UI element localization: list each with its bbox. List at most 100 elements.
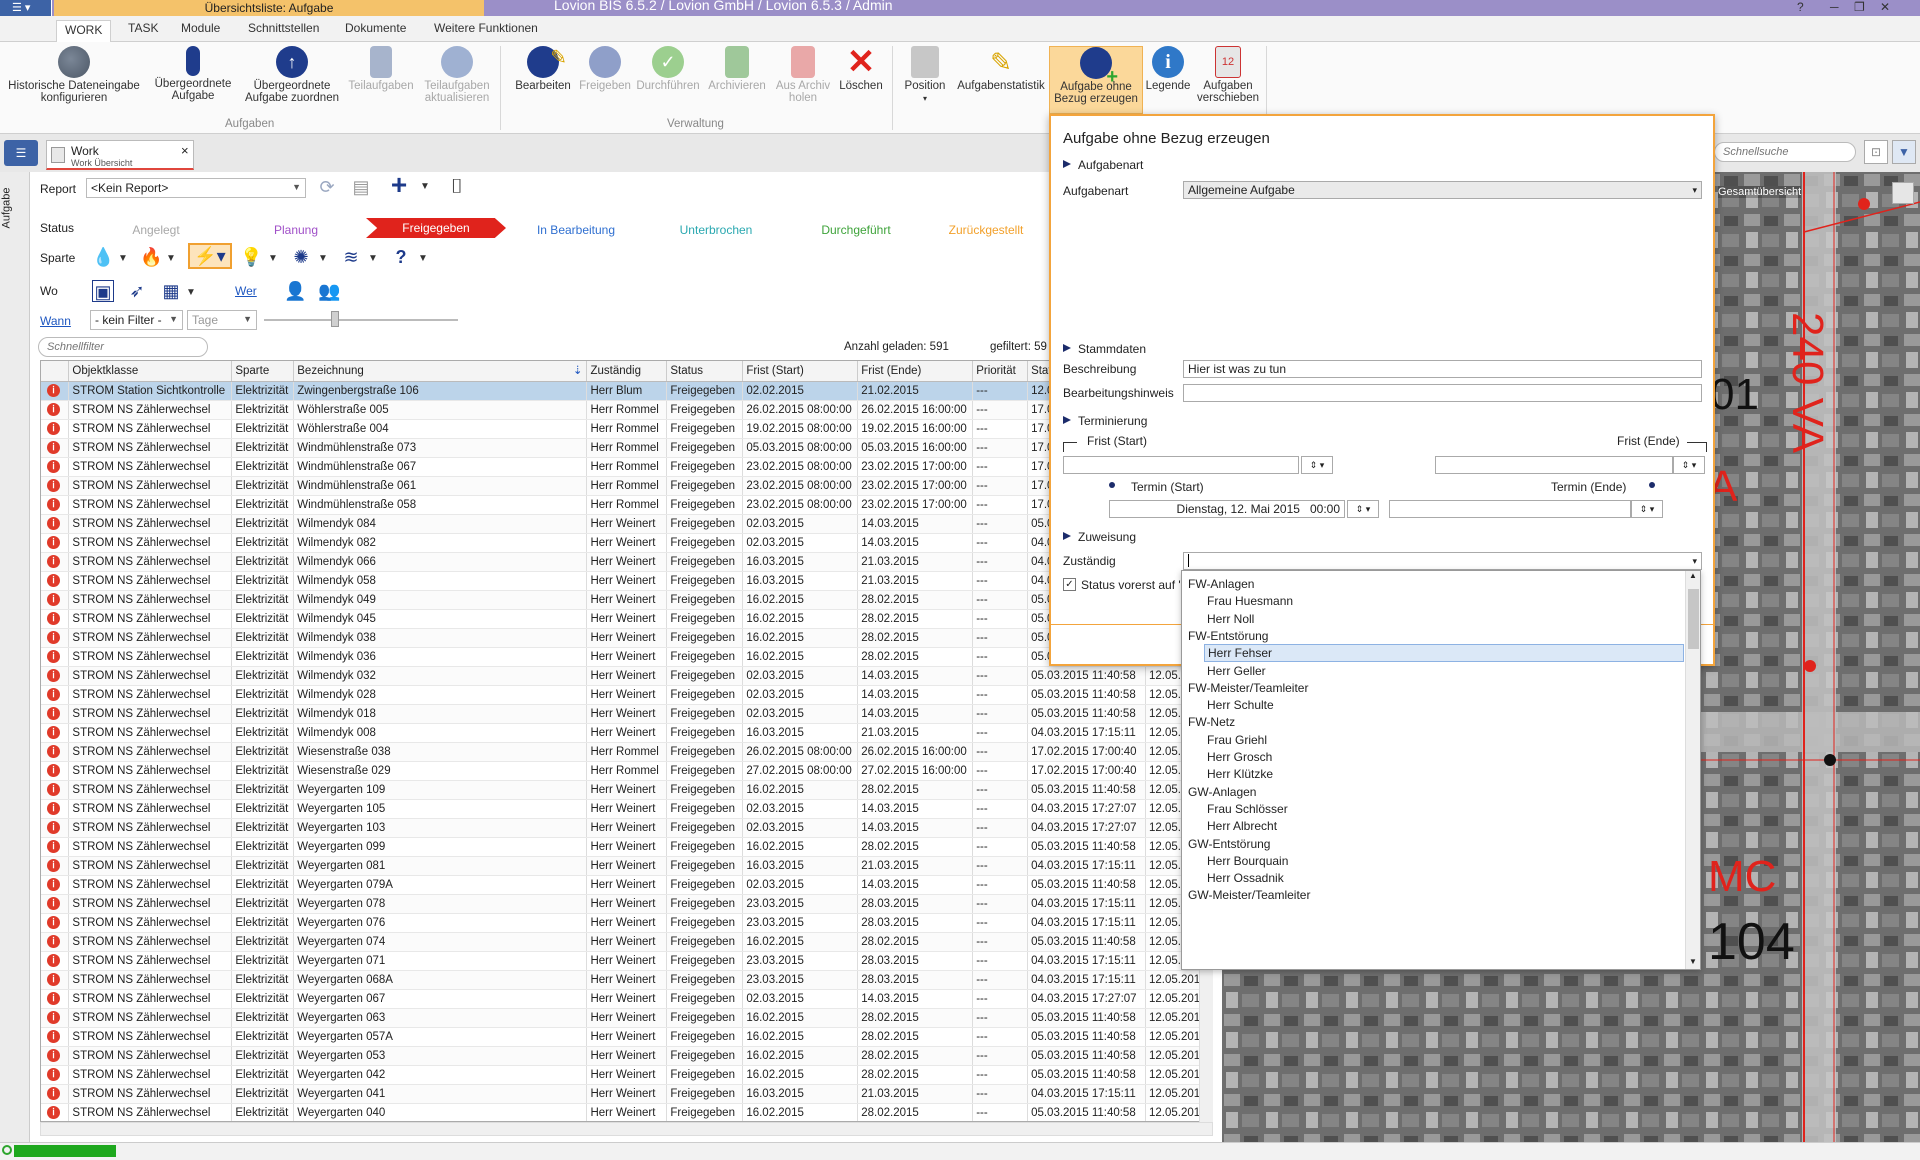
frist-ende-field[interactable] xyxy=(1435,456,1673,474)
status-step-durchgefuehrt[interactable]: Durchgeführt xyxy=(786,220,926,240)
status-step-in-bearbeitung[interactable]: In Bearbeitung xyxy=(506,220,646,240)
parent-task-button[interactable]: Übergeordnete Aufgabe xyxy=(150,42,236,102)
doc-tab-work[interactable]: Work Work Übersicht × xyxy=(46,140,194,170)
person-icon[interactable]: 👤 xyxy=(284,280,306,302)
table-row[interactable]: ⅰ STROM NS Zählerwechsel Elektrizität Wilme… xyxy=(41,514,1212,534)
zustaendig-combo[interactable]: ▾ xyxy=(1183,552,1702,570)
tage-combo[interactable]: Tage ▼ xyxy=(187,310,257,330)
statistics-button[interactable]: ✎ Aufgabenstatistik xyxy=(952,42,1050,92)
table-row[interactable]: ⅰ STROM NS Zählerwechsel Elektrizität Wöhle… xyxy=(41,419,1212,439)
status-checkbox[interactable]: ✓ xyxy=(1063,578,1076,591)
group-icon[interactable]: 👥 xyxy=(318,280,340,302)
execute-button[interactable]: ✓ Durchführen xyxy=(632,42,704,92)
dropdown-option[interactable]: Frau Huesmann xyxy=(1207,594,1293,608)
restore-icon[interactable]: ❐ xyxy=(1854,0,1865,14)
column-header-sparte[interactable]: Sparte xyxy=(231,361,295,382)
assign-parent-button[interactable]: ↑ Übergeordnete Aufgabe zuordnen xyxy=(244,42,340,104)
dropdown-option[interactable]: Herr Noll xyxy=(1207,612,1254,626)
pointer-select-icon[interactable]: ➶ xyxy=(126,280,148,302)
table-row[interactable]: ⅰ STROM NS Zählerwechsel Elektrizität Weyer… xyxy=(41,1027,1212,1047)
table-row[interactable]: ⅰ STROM NS Zählerwechsel Elektrizität Weyer… xyxy=(41,1008,1212,1028)
map-tool-icon[interactable]: ⊡ xyxy=(1864,140,1888,164)
table-row[interactable]: ⅰ STROM NS Zählerwechsel Elektrizität Wilme… xyxy=(41,533,1212,553)
subtasks-button[interactable]: Teilaufgaben xyxy=(346,42,416,92)
table-row[interactable]: ⅰ STROM NS Zählerwechsel Elektrizität Windm… xyxy=(41,495,1212,515)
time-slider-track[interactable] xyxy=(264,319,458,321)
termin-start-field[interactable]: Dienstag, 12. Mai 2015 00:00 xyxy=(1109,500,1345,518)
table-row[interactable]: ⅰ STROM NS Zählerwechsel Elektrizität Wilme… xyxy=(41,685,1212,705)
status-step-unterbrochen[interactable]: Unterbrochen xyxy=(646,220,786,240)
table-row[interactable]: ⅰ STROM NS Zählerwechsel Elektrizität Wilme… xyxy=(41,590,1212,610)
position-button[interactable]: Position ▾ xyxy=(896,42,954,105)
table-horizontal-scrollbar[interactable] xyxy=(40,1122,1213,1136)
termin-ende-stepper[interactable]: ⇕ ▾ xyxy=(1631,500,1663,518)
delete-button[interactable]: ✕ Löschen xyxy=(834,42,888,92)
release-button[interactable]: Freigeben xyxy=(572,42,638,92)
legend-button[interactable]: i Legende xyxy=(1142,42,1194,92)
chevron-down-icon[interactable]: ▼ xyxy=(112,248,134,270)
table-row[interactable]: ⅰ STROM NS Zählerwechsel Elektrizität Wilme… xyxy=(41,647,1212,667)
hinweis-field[interactable] xyxy=(1183,384,1702,402)
table-row[interactable]: ⅰ STROM NS Zählerwechsel Elektrizität Wilme… xyxy=(41,571,1212,591)
status-step-freigegeben[interactable]: Freigegeben xyxy=(366,218,506,238)
time-slider-thumb[interactable] xyxy=(331,311,339,327)
chevron-down-icon[interactable]: ▼ xyxy=(262,248,284,270)
unarchive-button[interactable]: Aus Archiv holen xyxy=(768,42,838,104)
aufgabenart-combo[interactable]: Allgemeine Aufgabe ▾ xyxy=(1183,181,1702,199)
section-stammdaten[interactable]: Stammdaten xyxy=(1063,342,1146,356)
section-zuweisung[interactable]: Zuweisung xyxy=(1063,530,1136,544)
table-row[interactable]: ⅰ STROM NS Zählerwechsel Elektrizität Weyer… xyxy=(41,875,1212,895)
frist-start-field[interactable] xyxy=(1063,456,1299,474)
dropdown-scrollbar[interactable]: ▲ ▼ xyxy=(1685,571,1700,969)
table-row[interactable]: ⅰ STROM NS Zählerwechsel Elektrizität Wilme… xyxy=(41,666,1212,686)
help-icon[interactable]: ? xyxy=(1797,0,1804,14)
table-row[interactable]: ⅰ STROM NS Zählerwechsel Elektrizität Wilme… xyxy=(41,704,1212,724)
table-row[interactable]: ⅰ STROM NS Zählerwechsel Elektrizität Weyer… xyxy=(41,989,1212,1009)
layers-icon[interactable]: ▦ xyxy=(160,280,182,302)
column-header-frist-ende[interactable]: Frist (Ende) xyxy=(857,361,974,382)
dropdown-option[interactable]: Herr Fehser xyxy=(1204,644,1684,663)
table-row[interactable]: ⅰ STROM NS Zählerwechsel Elektrizität Windm… xyxy=(41,476,1212,496)
table-row[interactable]: ⅰ STROM Station Sichtkontrolle Elektrizitä… xyxy=(41,381,1212,401)
wann-link[interactable]: Wann xyxy=(40,314,71,328)
task-table[interactable]: Objektklasse Sparte Bezeichnung ⇣ Zuständ… xyxy=(40,360,1213,1122)
table-row[interactable]: ⅰ STROM NS Zählerwechsel Elektrizität Wöhle… xyxy=(41,400,1212,420)
close-window-icon[interactable]: ✕ xyxy=(1880,0,1890,14)
doc-tab-close-icon[interactable]: × xyxy=(181,143,189,158)
section-terminierung[interactable]: Terminierung xyxy=(1063,414,1147,428)
beschreibung-field[interactable]: Hier ist was zu tun xyxy=(1183,360,1702,378)
table-row[interactable]: ⅰ STROM NS Zählerwechsel Elektrizität Weyer… xyxy=(41,837,1212,857)
unknown-question-icon[interactable]: ? xyxy=(390,246,412,268)
status-step-zurueckgestellt[interactable]: Zurückgestellt xyxy=(926,220,1046,240)
chevron-down-icon[interactable]: ▼ xyxy=(160,248,182,270)
map-scrollbar-toggle[interactable] xyxy=(1892,182,1914,204)
table-row[interactable]: ⅰ STROM NS Zählerwechsel Elektrizität Wilme… xyxy=(41,723,1212,743)
table-row[interactable]: ⅰ STROM NS Zählerwechsel Elektrizität Weyer… xyxy=(41,780,1212,800)
wann-filter-combo[interactable]: - kein Filter - ▼ xyxy=(90,310,183,330)
tab-schnittstellen[interactable]: Schnittstellen xyxy=(248,21,319,35)
dropdown-option[interactable]: Herr Grosch xyxy=(1207,750,1272,764)
table-row[interactable]: ⅰ STROM NS Zählerwechsel Elektrizität Wiese… xyxy=(41,761,1212,781)
wer-link[interactable]: Wer xyxy=(235,284,257,298)
dropdown-option[interactable]: Herr Klützke xyxy=(1207,767,1273,781)
column-header-status[interactable]: Status xyxy=(666,361,744,382)
dropdown-option[interactable]: Herr Schulte xyxy=(1207,698,1274,712)
column-header-zustaendig[interactable]: Zuständig xyxy=(586,361,668,382)
create-task-button[interactable]: + Aufgabe ohne Bezug erzeugen xyxy=(1049,46,1143,114)
tab-task[interactable]: TASK xyxy=(128,21,158,35)
table-row[interactable]: ⅰ STROM NS Zählerwechsel Elektrizität Weyer… xyxy=(41,818,1212,838)
historical-input-button[interactable]: Historische Dateneingabe konfigurieren xyxy=(4,42,144,104)
vertical-tab-aufgabe[interactable]: Aufgabe xyxy=(0,172,30,1142)
table-row[interactable]: ⅰ STROM NS Zählerwechsel Elektrizität Weyer… xyxy=(41,970,1212,990)
table-row[interactable]: ⅰ STROM NS Zählerwechsel Elektrizität Weyer… xyxy=(41,1084,1212,1104)
refresh-subtasks-button[interactable]: Teilaufgaben aktualisieren xyxy=(418,42,496,104)
chevron-down-icon[interactable]: ▼ xyxy=(412,248,434,270)
column-header-bezeichnung[interactable]: Bezeichnung ⇣ xyxy=(293,361,588,382)
district-heating-icon[interactable]: ✺ xyxy=(290,246,312,268)
add-icon[interactable]: + xyxy=(388,171,410,199)
dropdown-option[interactable]: Herr Ossadnik xyxy=(1207,871,1284,885)
tab-dokumente[interactable]: Dokumente xyxy=(345,21,406,35)
dropdown-option[interactable]: Herr Geller xyxy=(1207,664,1266,678)
move-tasks-button[interactable]: 12 Aufgaben verschieben xyxy=(1192,42,1264,104)
table-row[interactable]: ⅰ STROM NS Zählerwechsel Elektrizität Wilme… xyxy=(41,609,1212,629)
